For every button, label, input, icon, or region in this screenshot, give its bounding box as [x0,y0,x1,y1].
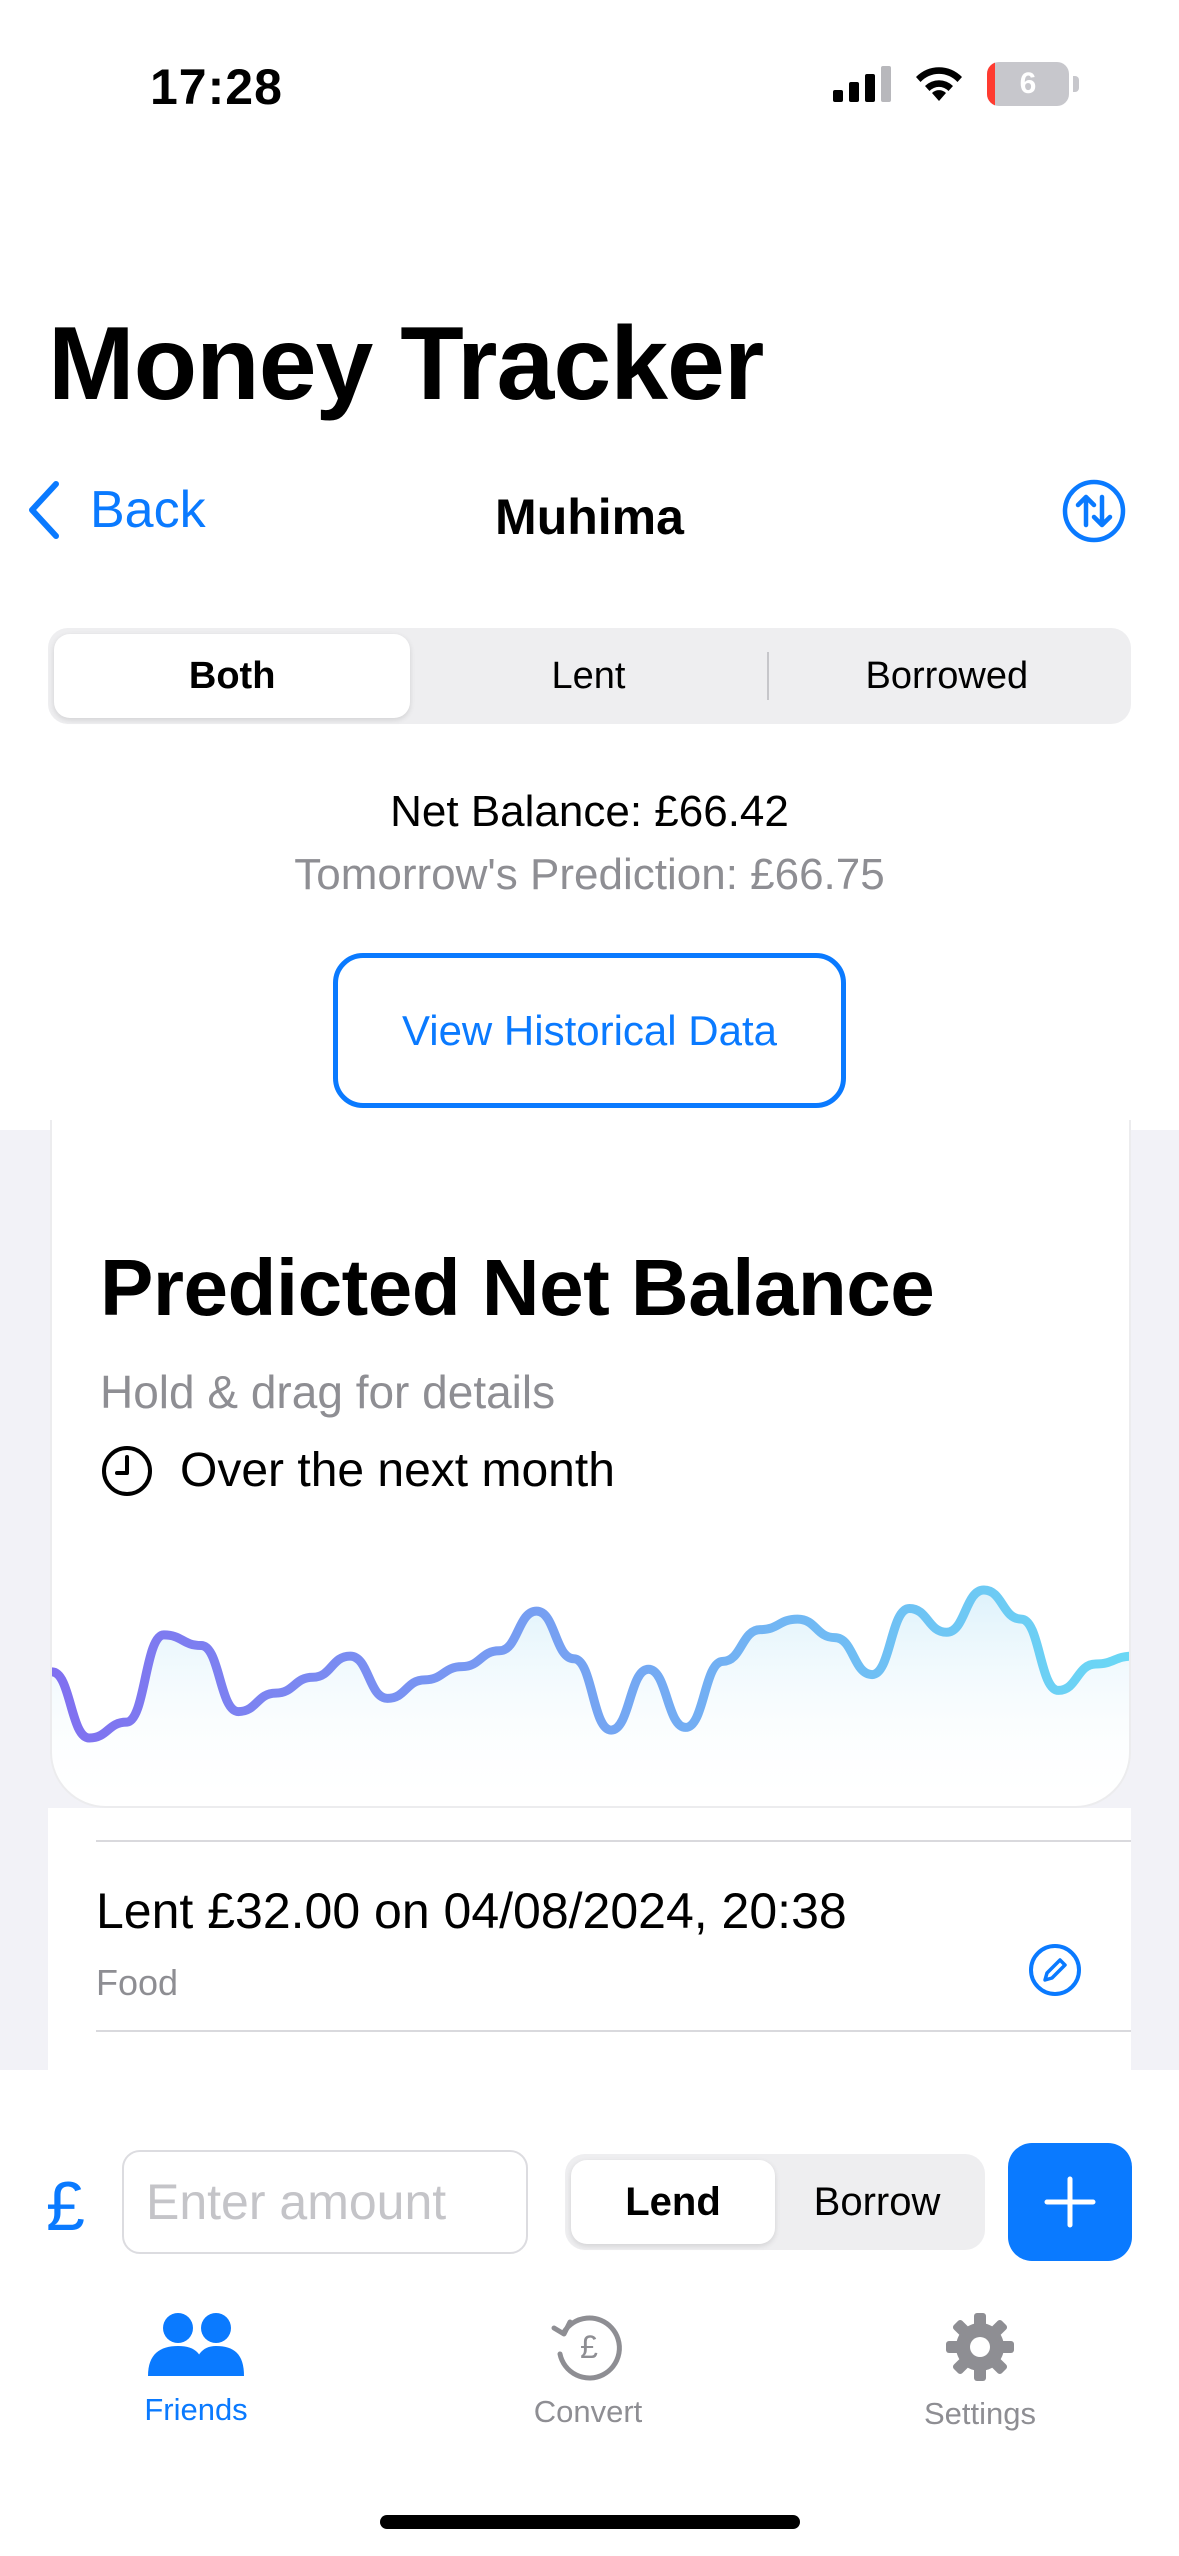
status-time: 17:28 [150,59,283,115]
entry-bar: £ Lend Borrow [0,2140,1179,2270]
tab-settings-label: Settings [923,2396,1036,2431]
transaction-title: Lent £32.00 on 04/08/2024, 20:38 [96,1883,847,1939]
settings-icon [946,2313,1014,2381]
plus-icon [1044,2176,1096,2228]
chart-hint: Hold & drag for details [100,1366,556,1418]
battery-level: 6 [1019,67,1037,100]
nav-bar: Back Muhima [0,470,1179,560]
amount-input[interactable] [122,2150,528,2254]
friends-icon [148,2313,244,2376]
tab-friends-label: Friends [144,2392,248,2427]
tab-convert[interactable]: £ Convert [438,2310,738,2430]
add-button[interactable] [1008,2143,1132,2261]
edit-pencil-icon[interactable] [1027,1942,1083,1998]
sort-arrows-icon[interactable] [1061,478,1127,544]
nav-title: Muhima [495,489,684,545]
chart-period: Over the next month [100,1443,615,1498]
view-historical-data-button[interactable]: View Historical Data [333,953,846,1108]
tab-friends[interactable]: Friends [46,2310,346,2428]
filter-lent[interactable]: Lent [410,634,766,718]
filter-segmented-control: Both Lent Borrowed [48,628,1131,724]
filter-borrowed[interactable]: Borrowed [769,634,1125,718]
status-icons: 6 [833,62,1079,106]
chart-period-label: Over the next month [180,1444,615,1497]
status-bar: 17:28 6 [0,0,1179,170]
mode-borrow[interactable]: Borrow [775,2160,979,2244]
home-indicator [380,2515,800,2529]
filter-both[interactable]: Both [54,634,411,718]
tab-convert-label: Convert [533,2394,643,2429]
lend-borrow-segmented-control: Lend Borrow [565,2154,985,2250]
clock-icon [102,1445,152,1496]
cellular-signal-icon [833,66,891,102]
transaction-category: Food [96,1962,179,2003]
app-title: Money Tracker [48,306,764,422]
mode-lend[interactable]: Lend [571,2160,775,2244]
currency-symbol: £ [46,2167,85,2245]
tab-settings[interactable]: Settings [830,2310,1130,2432]
battery-cap [1073,76,1079,92]
wifi-icon [916,67,962,101]
predicted-balance-chart[interactable] [52,1560,1131,1808]
tomorrow-prediction: Tomorrow's Prediction: £66.75 [294,850,885,899]
chart-title: Predicted Net Balance [100,1243,935,1332]
battery-icon: 6 [987,62,1069,106]
transaction-row[interactable]: Lent £32.00 on 04/08/2024, 20:38 Food [48,1842,1131,2032]
convert-icon: £ [551,2315,622,2381]
net-balance: Net Balance: £66.42 [390,787,789,836]
svg-text:£: £ [580,2329,598,2365]
chart-card[interactable]: Predicted Net Balance Hold & drag for de… [50,1120,1131,1808]
row-separator [96,2030,1131,2032]
